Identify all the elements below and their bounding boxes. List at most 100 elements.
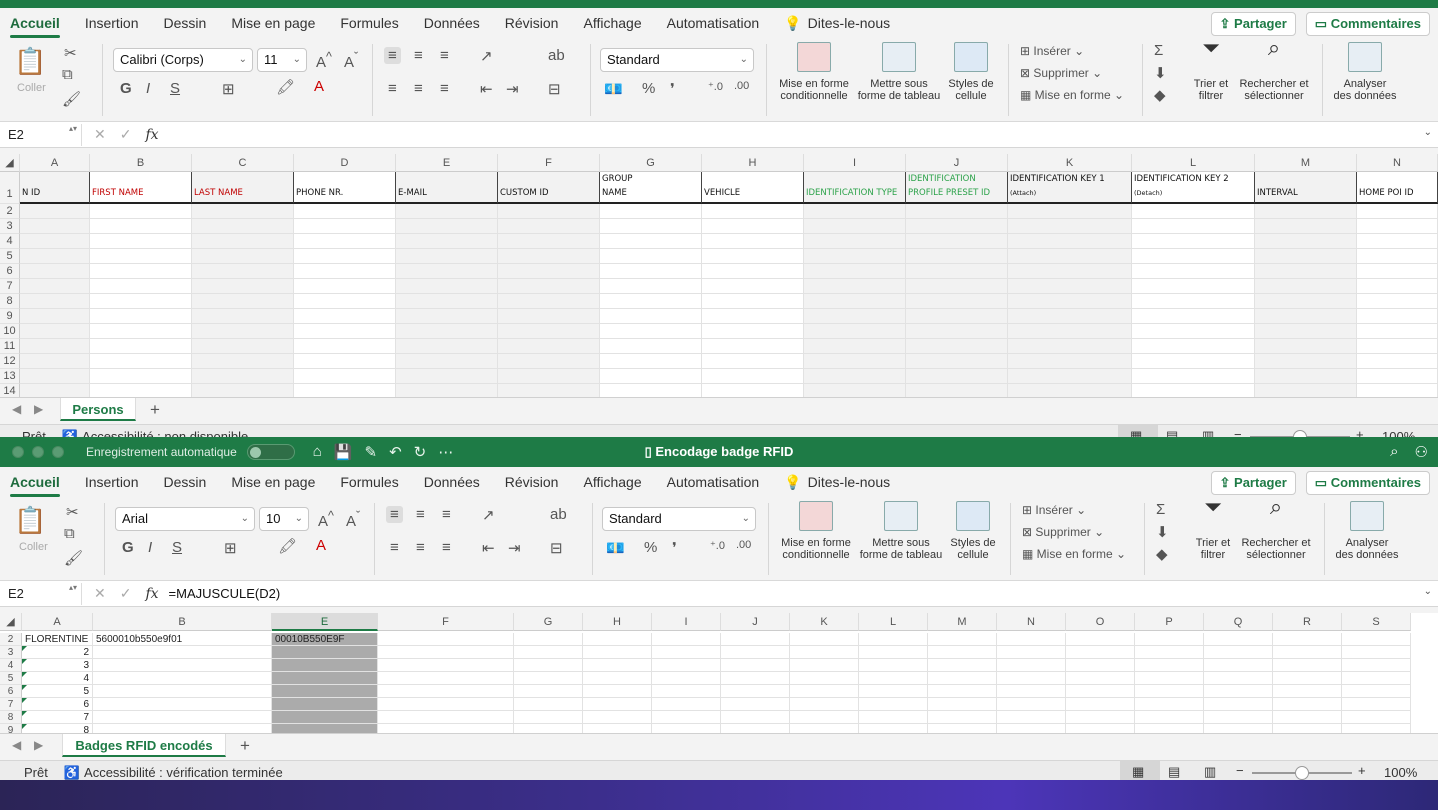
delete-cells-button[interactable]: ⊠ Supprimer ⌄ (1022, 525, 1104, 539)
grid-cell[interactable] (906, 324, 1008, 339)
grid-cell[interactable] (192, 219, 294, 234)
page-layout-icon[interactable]: ▤ (1166, 428, 1178, 437)
grid-cell[interactable] (514, 659, 583, 672)
grid-cell[interactable] (514, 685, 583, 698)
grid-cell[interactable] (93, 672, 272, 685)
grid-cell[interactable] (928, 633, 997, 646)
grid-cell[interactable] (997, 646, 1066, 659)
grid-cell[interactable] (1255, 369, 1357, 384)
grid-cell[interactable] (600, 264, 702, 279)
grid-cell[interactable] (859, 685, 928, 698)
grid-cell[interactable] (804, 219, 906, 234)
grid-cell[interactable] (378, 646, 514, 659)
column-header[interactable]: J (721, 613, 790, 631)
grid-cell[interactable] (859, 711, 928, 724)
grid-cell[interactable] (378, 698, 514, 711)
grid-cell[interactable] (294, 279, 396, 294)
grid-cell[interactable] (272, 711, 378, 724)
grid-cell[interactable] (294, 294, 396, 309)
grid-cell[interactable] (1008, 369, 1132, 384)
comma-icon[interactable]: ❜ (672, 539, 677, 557)
grid-cell[interactable] (1066, 659, 1135, 672)
row-header[interactable]: 5 (0, 249, 20, 264)
italic-icon[interactable]: I (146, 80, 150, 97)
decrease-decimal-icon[interactable]: .00 (734, 80, 749, 92)
column-header[interactable]: Q (1204, 613, 1273, 631)
zoom-in-icon[interactable]: + (1356, 427, 1364, 437)
tab-formules[interactable]: Formules (340, 11, 398, 35)
grid-cell[interactable] (583, 711, 652, 724)
grid-cell[interactable] (583, 698, 652, 711)
font-size-select[interactable]: 10 ⌄ (259, 507, 309, 531)
align-left-icon[interactable]: ≡ (388, 80, 397, 97)
grid-cell[interactable] (1204, 698, 1273, 711)
header-cell[interactable]: VEHICLE (702, 172, 804, 204)
increase-decimal-icon[interactable]: ⁺.0 (710, 539, 725, 552)
grid-cell[interactable] (1008, 219, 1132, 234)
grid-cell[interactable] (1357, 369, 1438, 384)
currency-icon[interactable]: 💶 (604, 80, 623, 98)
column-header[interactable]: B (90, 154, 192, 172)
grid-cell[interactable] (1008, 264, 1132, 279)
format-painter-icon[interactable]: 🖌 (62, 90, 81, 108)
grid-cell[interactable] (1008, 384, 1132, 397)
grid-cell[interactable] (997, 724, 1066, 733)
grid-cell[interactable] (1132, 234, 1255, 249)
grid-cell[interactable] (378, 685, 514, 698)
column-header[interactable]: K (790, 613, 859, 631)
grid-cell[interactable] (1008, 294, 1132, 309)
column-header[interactable]: E (272, 613, 378, 631)
grid-cell[interactable] (1132, 264, 1255, 279)
currency-icon[interactable]: 💶 (606, 539, 625, 557)
find-select-button[interactable]: ⌕ Rechercher et sélectionner (1238, 496, 1314, 562)
grid-cell[interactable] (600, 324, 702, 339)
grid-cell[interactable] (721, 646, 790, 659)
grid-cell[interactable] (514, 672, 583, 685)
grid-cell[interactable] (859, 646, 928, 659)
grid-cell[interactable] (1132, 249, 1255, 264)
grid-cell[interactable] (294, 204, 396, 219)
grid-cell[interactable] (514, 646, 583, 659)
align-bottom-icon[interactable]: ≡ (440, 47, 449, 64)
grid-cell[interactable] (721, 724, 790, 733)
home-icon[interactable]: ⌂ (313, 443, 322, 461)
grid-cell[interactable] (192, 204, 294, 219)
column-header[interactable]: G (600, 154, 702, 172)
grid-cell[interactable] (1357, 234, 1438, 249)
grid-cell[interactable] (396, 354, 498, 369)
format-as-table-button[interactable]: Mettre sous forme de tableau (854, 501, 948, 561)
grid-cell[interactable] (498, 249, 600, 264)
grid-cell[interactable]: 3 (22, 659, 93, 672)
chevron-down-icon[interactable]: ⌄ (1424, 586, 1432, 597)
grid-cell[interactable] (90, 369, 192, 384)
grid-cell[interactable] (906, 264, 1008, 279)
grid-cell[interactable] (396, 234, 498, 249)
minimize-window-icon[interactable] (32, 446, 44, 458)
grid-cell[interactable] (790, 711, 859, 724)
column-header[interactable]: H (702, 154, 804, 172)
grid-cell[interactable] (702, 354, 804, 369)
grid-cell[interactable] (1132, 369, 1255, 384)
row-header[interactable]: 14 (0, 384, 20, 397)
grid-cell[interactable] (1135, 724, 1204, 733)
grid-cell[interactable] (600, 309, 702, 324)
format-painter-icon[interactable]: 🖌 (64, 549, 83, 567)
font-name-select[interactable]: Calibri (Corps) ⌄ (113, 48, 253, 72)
grid-cell[interactable] (294, 264, 396, 279)
grid-cell[interactable] (498, 369, 600, 384)
tab-revision[interactable]: Révision (505, 470, 559, 494)
grid-cell[interactable] (1066, 698, 1135, 711)
grid-cell[interactable] (20, 324, 90, 339)
grid-cell[interactable] (1255, 309, 1357, 324)
grid-cell[interactable] (1273, 646, 1342, 659)
conditional-format-button[interactable]: Mise en forme conditionnelle (774, 42, 854, 102)
grid-cell[interactable] (790, 724, 859, 733)
row-header[interactable]: 2 (0, 633, 22, 646)
grid-cell[interactable] (1357, 264, 1438, 279)
wrap-text-icon[interactable]: ab (548, 47, 565, 64)
grid-cell[interactable] (514, 724, 583, 733)
grid-cell[interactable] (702, 369, 804, 384)
grid-cell[interactable] (790, 698, 859, 711)
grid-cell[interactable] (498, 219, 600, 234)
tab-tell-me[interactable]: 💡 Dites-le-nous (784, 11, 890, 36)
